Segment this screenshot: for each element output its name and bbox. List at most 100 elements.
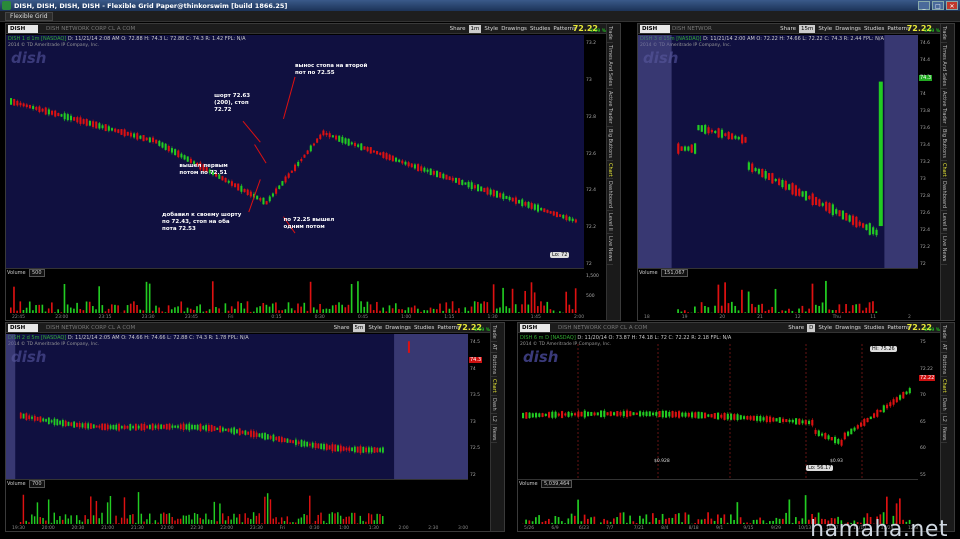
volume-bar bbox=[98, 518, 100, 524]
volume-bar bbox=[120, 517, 123, 524]
side-tab-big-buttons[interactable]: Big Buttons bbox=[941, 127, 947, 161]
drawings-button[interactable]: Drawings bbox=[835, 324, 861, 332]
symbol-input[interactable]: DISH bbox=[8, 324, 38, 332]
side-tab-big-buttons[interactable]: Big Buttons bbox=[607, 127, 613, 161]
time-tick: 3:00 bbox=[458, 526, 469, 531]
studies-button[interactable]: Studies bbox=[864, 324, 884, 332]
price-tick: 74 bbox=[920, 92, 926, 97]
side-tab-live-news[interactable]: Live News bbox=[941, 234, 947, 265]
side-tab-active-trader[interactable]: Active Trader bbox=[607, 89, 613, 127]
price-tick: 73.8 bbox=[920, 109, 931, 114]
share-button[interactable]: Share bbox=[450, 25, 466, 33]
share-button[interactable]: Share bbox=[780, 25, 796, 33]
close-button[interactable]: ✕ bbox=[946, 1, 958, 10]
price-axis[interactable]: 74.674.474.27473.873.673.473.27372.872.6… bbox=[920, 35, 942, 268]
candle bbox=[168, 423, 171, 430]
window-titlebar: DISH, DISH, DISH, DISH - Flexible Grid P… bbox=[0, 0, 960, 11]
studies-button[interactable]: Studies bbox=[414, 324, 434, 332]
side-tab-live-news[interactable]: Live News bbox=[607, 234, 613, 265]
side-tab-dash[interactable]: Dash bbox=[941, 396, 947, 414]
timeframe-button[interactable]: D bbox=[807, 324, 816, 332]
side-tab-at[interactable]: AT bbox=[491, 342, 497, 353]
share-button[interactable]: Share bbox=[334, 324, 350, 332]
style-button[interactable]: Style bbox=[818, 324, 832, 332]
time-axis[interactable]: 18 19 20 21 12 Thu 11 2 bbox=[638, 314, 918, 322]
side-tab-level-ii[interactable]: Level II bbox=[607, 211, 613, 235]
volume-chart[interactable]: Volume 151,067 bbox=[638, 268, 918, 314]
drawings-button[interactable]: Drawings bbox=[835, 25, 861, 33]
candle bbox=[36, 416, 39, 421]
candle bbox=[895, 397, 898, 403]
candle bbox=[73, 421, 76, 428]
side-tab-trade[interactable]: Trade bbox=[491, 323, 497, 342]
studies-button[interactable]: Studies bbox=[530, 25, 550, 33]
grid-layout-button[interactable]: Flexible Grid bbox=[5, 12, 53, 21]
side-tab-level-ii[interactable]: Level II bbox=[941, 211, 947, 235]
candle bbox=[155, 139, 158, 144]
candle bbox=[95, 425, 98, 428]
side-tab-buttons[interactable]: Buttons bbox=[941, 353, 947, 378]
candle bbox=[543, 208, 546, 213]
side-tab-trade[interactable]: Trade bbox=[607, 24, 613, 43]
candle bbox=[724, 133, 727, 136]
side-tab-chart[interactable]: Chart bbox=[491, 377, 497, 396]
candle bbox=[713, 413, 716, 419]
side-tab-active-trader[interactable]: Active Trader bbox=[941, 89, 947, 127]
side-tab-chart[interactable]: Chart bbox=[941, 377, 947, 396]
side-tab-buttons[interactable]: Buttons bbox=[491, 353, 497, 378]
symbol-input[interactable]: DISH bbox=[520, 324, 550, 332]
side-tab-l2[interactable]: L2 bbox=[491, 414, 497, 425]
price-chart[interactable]: DISH 6 m D [NASDAQ] D: 11/20/14 O: 73.87… bbox=[518, 334, 918, 479]
timeframe-button[interactable]: 15m bbox=[799, 25, 816, 33]
timeframe-button[interactable]: 1m bbox=[468, 25, 482, 33]
side-tab-chart[interactable]: Chart bbox=[607, 161, 613, 180]
style-button[interactable]: Style bbox=[484, 25, 498, 33]
price-chart[interactable]: DISH 2 d 5m [NASDAQ] D: 11/21/14 2:05 AM… bbox=[6, 334, 468, 479]
price-chart[interactable]: DISH 3 d 15m [NASDAQ] D: 11/21/14 2:00 A… bbox=[638, 35, 918, 268]
side-tab-dashboard[interactable]: Dashboard bbox=[941, 179, 947, 212]
time-axis[interactable]: 19:30 20:00 20:30 21:00 21:30 22:00 22:30 23:00… bbox=[6, 525, 468, 533]
side-tab-l2[interactable]: L2 bbox=[941, 414, 947, 425]
time-axis[interactable]: 22:45 23:00 23:15 23:30 23:45 Fri 0:15 0:30 0:45… bbox=[6, 314, 584, 322]
side-tab-times-and-sales[interactable]: Times And Sales bbox=[941, 43, 947, 89]
side-tab-dashboard[interactable]: Dashboard bbox=[607, 179, 613, 212]
volume-bar bbox=[236, 517, 238, 524]
share-button[interactable]: Share bbox=[788, 324, 804, 332]
side-tab-trade[interactable]: Trade bbox=[941, 323, 947, 342]
candle bbox=[69, 115, 73, 121]
side-tab-at[interactable]: AT bbox=[941, 342, 947, 353]
volume-bar bbox=[95, 309, 97, 313]
side-tab-times-and-sales[interactable]: Times And Sales bbox=[607, 43, 613, 89]
price-axis[interactable]: 73.2 73 72.8 72.6 72.4 72.2 72 bbox=[586, 35, 608, 268]
candle bbox=[120, 129, 123, 135]
candle bbox=[53, 418, 56, 425]
symbol-input[interactable]: DISH bbox=[640, 25, 670, 33]
volume-bar bbox=[704, 306, 706, 313]
style-button[interactable]: Style bbox=[368, 324, 382, 332]
minimize-button[interactable]: _ bbox=[918, 1, 930, 10]
side-tab-news[interactable]: News bbox=[941, 425, 947, 444]
price-chart[interactable]: DISH 1 d 1m [NASDAQ] D: 11/21/14 2:08 AM… bbox=[6, 35, 584, 268]
candle bbox=[524, 202, 527, 206]
maximize-button[interactable]: □ bbox=[932, 1, 944, 10]
price-axis[interactable]: 75 72.22 70 65 60 55 bbox=[920, 334, 942, 479]
volume-bar bbox=[36, 502, 39, 524]
candle bbox=[357, 144, 360, 147]
volume-chart[interactable]: Volume 700 bbox=[6, 479, 468, 525]
price-axis[interactable]: 74.5 74 73.5 73 72.5 72 bbox=[470, 334, 492, 479]
candle bbox=[339, 445, 342, 452]
drawings-button[interactable]: Drawings bbox=[385, 324, 411, 332]
candle bbox=[784, 180, 787, 190]
style-button[interactable]: Style bbox=[818, 25, 832, 33]
volume-chart[interactable]: Volume 500 bbox=[6, 268, 584, 314]
candle bbox=[778, 417, 781, 423]
symbol-input[interactable]: DISH bbox=[8, 25, 38, 33]
drawings-button[interactable]: Drawings bbox=[501, 25, 527, 33]
side-tab-dash[interactable]: Dash bbox=[491, 396, 497, 414]
timeframe-button[interactable]: 5m bbox=[352, 324, 366, 332]
studies-button[interactable]: Studies bbox=[864, 25, 884, 33]
side-tab-trade[interactable]: Trade bbox=[941, 24, 947, 43]
volume-bar bbox=[536, 306, 539, 313]
side-tab-news[interactable]: News bbox=[491, 425, 497, 444]
side-tab-chart[interactable]: Chart bbox=[941, 161, 947, 180]
